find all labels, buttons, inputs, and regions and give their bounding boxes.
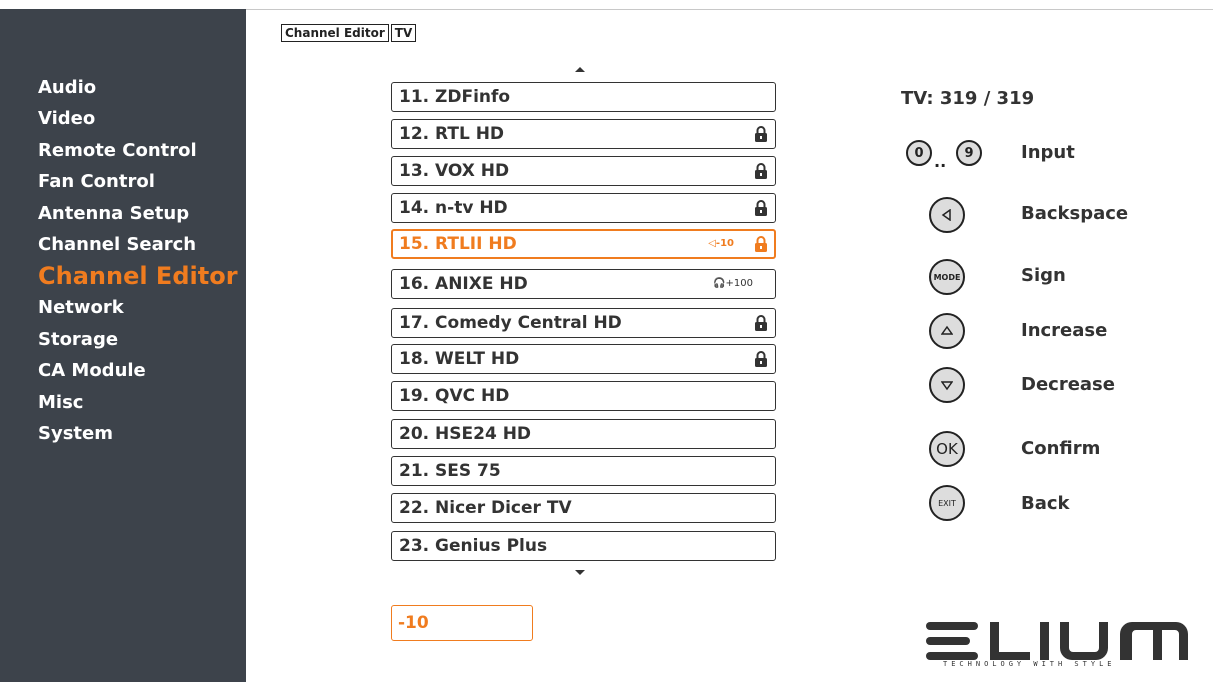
channel-name: 12. RTL HD — [399, 124, 505, 144]
channel-name: 20. HSE24 HD — [399, 424, 532, 444]
channel-name: 11. ZDFinfo — [399, 87, 511, 107]
lock-icon — [755, 315, 767, 331]
scroll-up-arrow-icon[interactable] — [575, 67, 585, 72]
menu-item-misc[interactable]: Misc — [38, 392, 83, 414]
legend-decrease: Decrease — [1021, 374, 1115, 395]
lock-icon — [755, 351, 767, 367]
channel-row[interactable]: 11. ZDFinfo — [391, 82, 776, 112]
menu-item-channel-editor[interactable]: Channel Editor — [38, 262, 238, 290]
menu-item-fan-control[interactable]: Fan Control — [38, 171, 155, 193]
menu-item-remote-control[interactable]: Remote Control — [38, 140, 197, 162]
channel-name: 14. n-tv HD — [399, 198, 508, 218]
channel-row-selected[interactable]: 15. RTLII HD ◁-10 — [391, 229, 776, 259]
value-input-field[interactable]: -10 — [391, 605, 533, 641]
channel-name: 13. VOX HD — [399, 161, 510, 181]
legend-backspace: Backspace — [1021, 203, 1129, 224]
sidebar-menu: Audio Video Remote Control Fan Control A… — [0, 9, 246, 682]
value-input-text: -10 — [398, 613, 429, 633]
lock-icon — [755, 236, 767, 252]
legend-input: Input — [1021, 142, 1075, 163]
channel-row[interactable]: 19. QVC HD — [391, 381, 776, 411]
left-arrow-key-icon — [929, 197, 965, 233]
digit-zero-key-icon: 0 — [906, 140, 932, 166]
channel-row[interactable]: 20. HSE24 HD — [391, 419, 776, 449]
mode-key-label: MODE — [933, 272, 961, 282]
channel-row[interactable]: 18. WELT HD — [391, 344, 776, 374]
breadcrumb-tv: TV — [390, 24, 417, 42]
channel-name: 15. RTLII HD — [399, 234, 517, 254]
channel-name: 22. Nicer Dicer TV — [399, 498, 572, 518]
legend-confirm: Confirm — [1021, 438, 1101, 459]
channel-row[interactable]: 23. Genius Plus — [391, 531, 776, 561]
logo-tagline: TECHNOLOGY WITH STYLE — [943, 660, 1116, 668]
scroll-down-arrow-icon[interactable] — [575, 570, 585, 575]
channel-row[interactable]: 16. ANIXE HD 🎧+100 — [391, 269, 776, 299]
menu-item-storage[interactable]: Storage — [38, 329, 118, 351]
exit-key-label: EXIT — [938, 498, 956, 508]
channel-name: 16. ANIXE HD — [399, 274, 528, 294]
down-arrow-key-icon — [929, 367, 965, 403]
breadcrumb-channel-editor: Channel Editor — [281, 24, 389, 42]
channel-count: TV: 319 / 319 — [901, 88, 1035, 109]
ok-key-icon: OK — [929, 431, 965, 467]
digit-nine-label: 9 — [964, 145, 974, 161]
ok-key-label: OK — [936, 440, 958, 458]
channel-name: 17. Comedy Central HD — [399, 313, 622, 333]
channel-name: 19. QVC HD — [399, 386, 510, 406]
breadcrumb: Channel Editor TV — [281, 24, 417, 42]
menu-item-audio[interactable]: Audio — [38, 77, 96, 99]
digit-range-dots: .. — [934, 152, 947, 171]
channel-name: 21. SES 75 — [399, 461, 501, 481]
up-arrow-key-icon — [929, 313, 965, 349]
header-divider — [246, 9, 1213, 10]
lock-icon — [755, 200, 767, 216]
channel-row[interactable]: 22. Nicer Dicer TV — [391, 493, 776, 523]
menu-item-antenna-setup[interactable]: Antenna Setup — [38, 203, 189, 225]
lock-icon — [755, 163, 767, 179]
mode-key-icon: MODE — [929, 259, 965, 295]
menu-item-video[interactable]: Video — [38, 108, 95, 130]
digit-nine-key-icon: 9 — [956, 140, 982, 166]
legend-increase: Increase — [1021, 320, 1108, 341]
channel-row[interactable]: 14. n-tv HD — [391, 193, 776, 223]
audio-offset-badge: 🎧+100 — [713, 278, 753, 289]
lock-icon — [755, 126, 767, 142]
menu-item-system[interactable]: System — [38, 423, 113, 445]
exit-key-icon: EXIT — [929, 485, 965, 521]
channel-row[interactable]: 21. SES 75 — [391, 456, 776, 486]
volume-offset-badge: ◁-10 — [708, 238, 734, 249]
channel-name: 18. WELT HD — [399, 349, 520, 369]
menu-item-ca-module[interactable]: CA Module — [38, 360, 146, 382]
channel-row[interactable]: 12. RTL HD — [391, 119, 776, 149]
digit-zero-label: 0 — [914, 145, 924, 161]
channel-name: 23. Genius Plus — [399, 536, 548, 556]
legend-sign: Sign — [1021, 265, 1066, 286]
channel-row[interactable]: 13. VOX HD — [391, 156, 776, 186]
legend-back: Back — [1021, 493, 1070, 514]
menu-item-network[interactable]: Network — [38, 297, 124, 319]
channel-row[interactable]: 17. Comedy Central HD — [391, 308, 776, 338]
menu-item-channel-search[interactable]: Channel Search — [38, 234, 196, 256]
